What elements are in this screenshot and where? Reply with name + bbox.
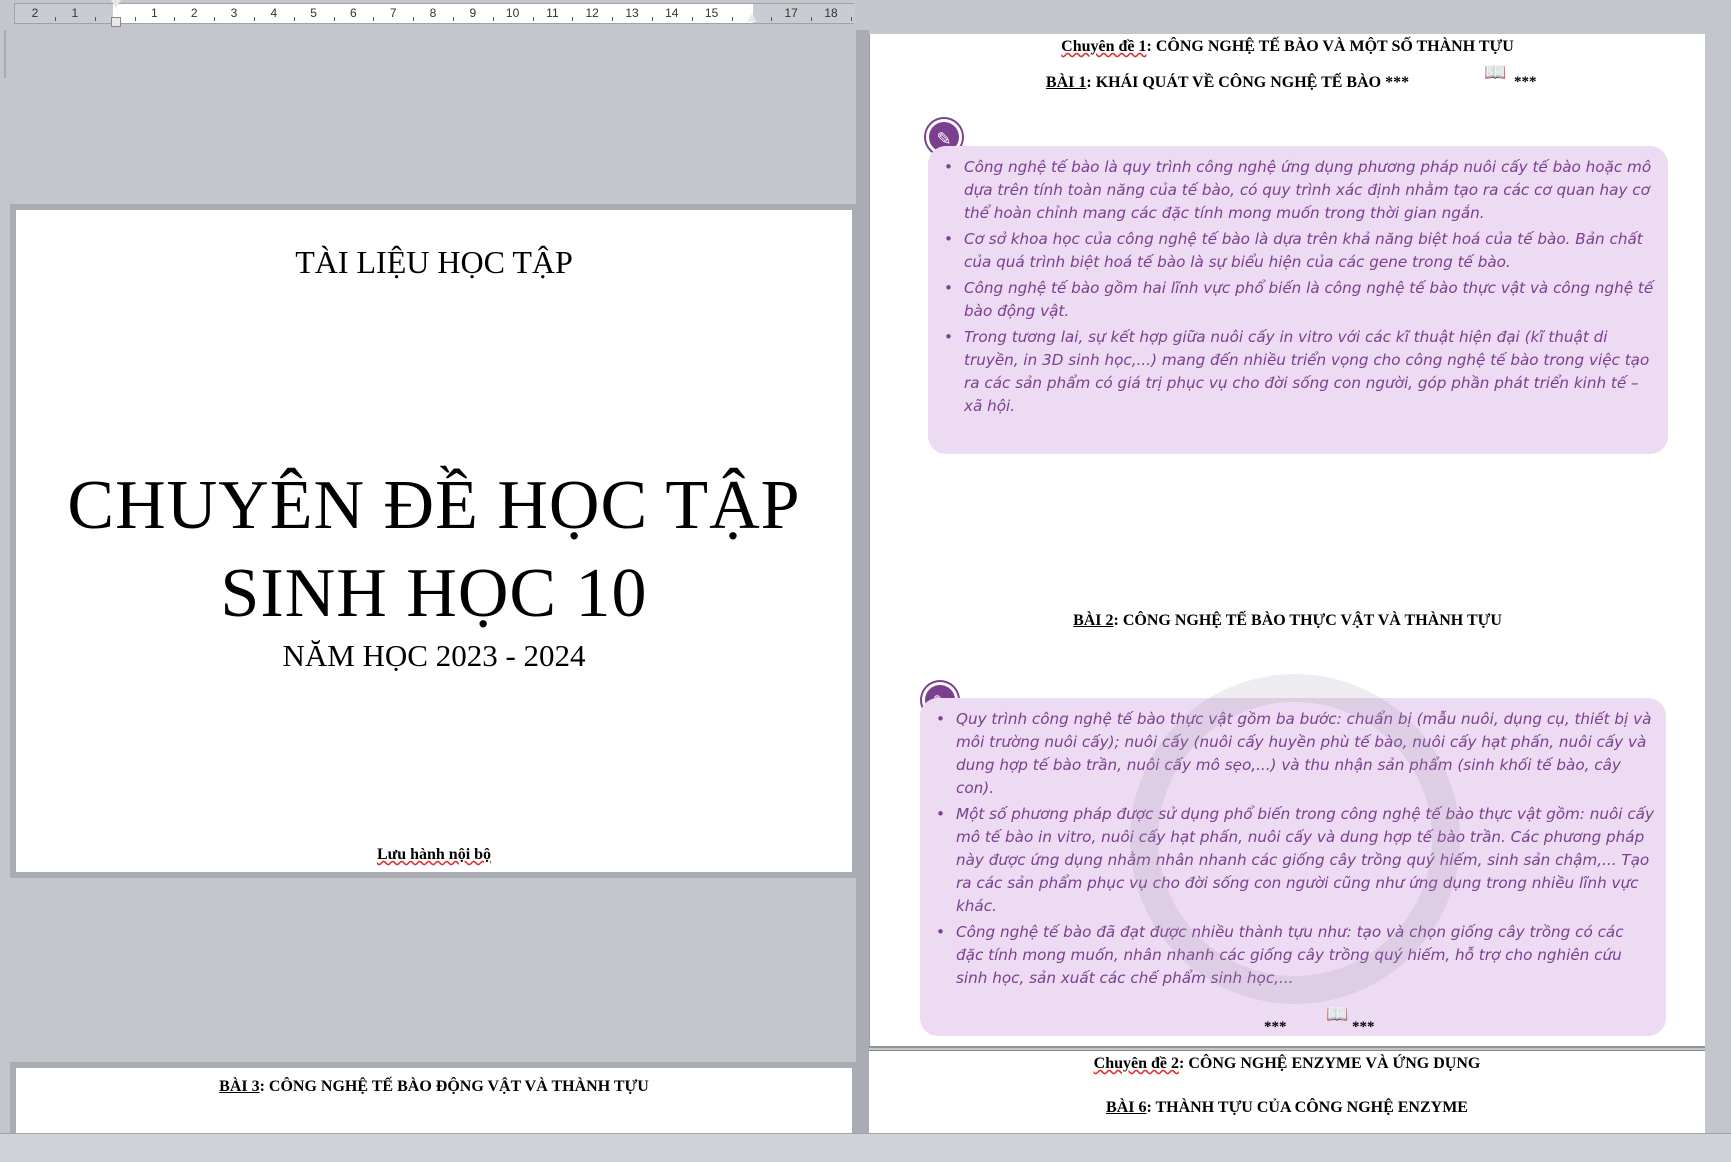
lesson1-stars: ***: [1514, 74, 1537, 90]
ruler-tick: [373, 17, 375, 21]
ruler-number: 13: [625, 6, 639, 20]
ruler-tick: [94, 17, 96, 21]
ruler-tick: [54, 17, 56, 21]
lesson3-heading: BÀI 3: CÔNG NGHỆ TẾ BÀO ĐỘNG VẬT VÀ THÀN…: [219, 1078, 649, 1095]
ruler-tick: [253, 17, 255, 21]
page-break-line: [869, 1046, 1705, 1048]
cover-title: CHUYÊN ĐỀ HỌC TẬP SINH HỌC 10: [16, 462, 852, 638]
right-page: Chuyên đề 1: CÔNG NGHỆ TẾ BÀO VÀ MỘT SỐ …: [869, 34, 1705, 1046]
ruler-number: 14: [665, 6, 679, 20]
cover-year: NĂM HỌC 2023 - 2024: [282, 638, 586, 673]
summary-bullet: Cơ sở khoa học của công nghệ tế bào là d…: [938, 228, 1656, 274]
ruler-tick: [572, 17, 574, 21]
ruler-number: 1: [151, 6, 158, 20]
ruler-number: 17: [784, 6, 798, 20]
ruler-number: 10: [505, 6, 520, 20]
ruler-tick: [293, 17, 295, 21]
ruler-tick: [731, 17, 733, 21]
pane-splitter[interactable]: [856, 30, 869, 1133]
ruler-tick: [651, 17, 653, 21]
ruler-tick: [811, 17, 813, 21]
ruler-strip[interactable]: 2 1 1 2 3 4 5 6 7 8 9 10 11 12 13 14 15 17 18: [14, 3, 855, 24]
ruler-number: 6: [350, 6, 357, 20]
ruler-number: 7: [389, 6, 397, 20]
open-book-icon: 📖: [1326, 1004, 1349, 1024]
cover-footer: Lưu hành nội bộ: [376, 846, 492, 863]
topic2-heading: Chuyên đề 2: CÔNG NGHỆ ENZYME VÀ ỨNG DỤN…: [1093, 1055, 1481, 1072]
cover-title-line2: SINH HỌC 10: [220, 555, 648, 632]
lesson1-summary-box: Công nghệ tế bào là quy trình công nghệ …: [928, 146, 1668, 454]
cover-top-label: TÀI LIỆU HỌC TẬP: [295, 244, 573, 280]
ruler-tick: [492, 17, 494, 21]
ruler-tick: [413, 17, 415, 21]
lesson6-heading: BÀI 6: THÀNH TỰU CỦA CÔNG NGHỆ ENZYME: [1106, 1099, 1468, 1116]
page-lesson3: BÀI 3: CÔNG NGHỆ TẾ BÀO ĐỘNG VẬT VÀ THÀN…: [16, 1068, 852, 1133]
summary-bullet: Công nghệ tế bào gồm hai lĩnh vực phổ bi…: [938, 277, 1656, 323]
end-stars-right: ***: [1352, 1019, 1375, 1035]
open-book-icon: 📖: [1484, 62, 1507, 82]
right-scroll-area[interactable]: [1705, 34, 1731, 1133]
ruler-number: 4: [270, 6, 278, 20]
ruler-number: 18: [824, 6, 838, 20]
topic1-heading: Chuyên đề 1: CÔNG NGHỆ TẾ BÀO VÀ MỘT SỐ …: [1061, 38, 1514, 55]
left-edge-marker: [4, 30, 6, 78]
ruler-number: 3: [230, 6, 238, 20]
ruler-left-margin: [15, 4, 113, 23]
ruler-tick: [214, 17, 216, 21]
ruler-number: 2: [190, 6, 198, 20]
right-page-next: Chuyên đề 2: CÔNG NGHỆ ENZYME VÀ ỨNG DỤN…: [869, 1050, 1705, 1133]
ruler-number: 9: [469, 6, 477, 20]
first-line-indent-marker[interactable]: [111, 0, 121, 8]
ruler-number: 11: [546, 6, 559, 20]
ruler-tick: [612, 17, 614, 21]
ruler-tick: [532, 17, 534, 21]
lesson2-heading: BÀI 2: CÔNG NGHỆ TẾ BÀO THỰC VẬT VÀ THÀN…: [1073, 612, 1502, 629]
ruler-tick: [174, 17, 176, 21]
ruler-number: 12: [585, 6, 599, 20]
left-indent-marker[interactable]: [111, 17, 121, 27]
ruler-tick: [771, 17, 773, 21]
ruler-number: 15: [704, 6, 719, 20]
ruler-tick: [452, 17, 454, 21]
ruler-tick: [850, 17, 852, 21]
ruler-tick: [134, 17, 136, 21]
ruler-right-margin: [753, 4, 855, 23]
cover-title-line1: CHUYÊN ĐỀ HỌC TẬP: [67, 467, 801, 544]
end-stars-left: ***: [1264, 1019, 1287, 1035]
ruler-number: 5: [310, 6, 317, 20]
right-indent-marker[interactable]: [747, 14, 757, 22]
horizontal-ruler[interactable]: 2 1 1 2 3 4 5 6 7 8 9 10 11 12 13 14 15 17 18: [0, 0, 856, 27]
ruler-tick: [333, 17, 335, 21]
ruler-number: 1: [71, 6, 79, 20]
ruler-number: 8: [429, 6, 437, 20]
cover-page: TÀI LIỆU HỌC TẬP CHUYÊN ĐỀ HỌC TẬP SINH …: [16, 210, 852, 872]
watermark-logo: [1130, 674, 1460, 1004]
ruler-tick: [691, 17, 693, 21]
summary-bullet: Công nghệ tế bào là quy trình công nghệ …: [938, 156, 1656, 225]
summary-bullet: Trong tương lai, sự kết hợp giữa nuôi cấ…: [938, 326, 1656, 418]
status-bar: [0, 1133, 1731, 1162]
ruler-number: 2: [31, 6, 39, 20]
